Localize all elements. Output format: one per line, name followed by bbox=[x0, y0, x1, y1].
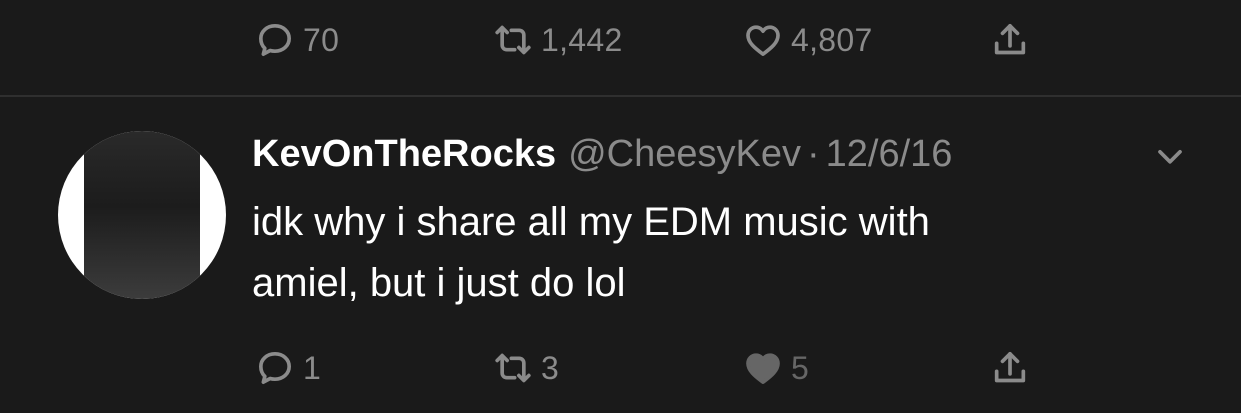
display-name[interactable]: KevOnTheRocks bbox=[252, 133, 556, 176]
share-icon bbox=[994, 352, 1026, 383]
like-button[interactable]: 4,807 bbox=[743, 10, 873, 70]
tweet-date[interactable]: 12/6/16 bbox=[826, 133, 953, 176]
tweet-action-bar: 1 3 5 bbox=[0, 338, 1241, 398]
share-button[interactable] bbox=[990, 338, 1030, 398]
like-count: 4,807 bbox=[791, 21, 873, 58]
share-button[interactable] bbox=[990, 10, 1030, 70]
like-button[interactable]: 5 bbox=[743, 338, 809, 398]
tweet-divider bbox=[0, 95, 1241, 97]
tweet-text-line: idk why i share all my EDM music with bbox=[252, 200, 930, 244]
retweet-icon bbox=[495, 353, 531, 383]
tweet-header: KevOnTheRocks @CheesyKev · 12/6/16 bbox=[252, 128, 952, 180]
avatar-photo bbox=[84, 131, 200, 299]
tweet-menu-button[interactable] bbox=[1150, 136, 1190, 176]
retweet-icon bbox=[495, 25, 531, 55]
tweet-text-line: amiel, but i just do lol bbox=[252, 261, 626, 305]
reply-icon bbox=[259, 352, 291, 384]
reply-count: 1 bbox=[303, 349, 322, 386]
retweet-count: 3 bbox=[541, 349, 560, 386]
separator-dot: · bbox=[807, 132, 820, 175]
previous-tweet-action-bar: 70 1,442 4,807 bbox=[0, 10, 1241, 70]
reply-button[interactable]: 1 bbox=[255, 338, 321, 398]
reply-button[interactable]: 70 bbox=[255, 10, 339, 70]
avatar[interactable] bbox=[58, 131, 226, 299]
chevron-down-icon bbox=[1158, 150, 1182, 164]
like-icon bbox=[746, 25, 780, 57]
user-handle[interactable]: @CheesyKev bbox=[568, 133, 801, 176]
retweet-count: 1,442 bbox=[541, 21, 623, 58]
reply-icon bbox=[259, 24, 291, 57]
retweet-button[interactable]: 3 bbox=[493, 338, 559, 398]
like-count: 5 bbox=[791, 349, 810, 386]
tweet-text: idk why i share all my EDM music with am… bbox=[252, 192, 1152, 314]
share-icon bbox=[994, 24, 1026, 55]
retweet-button[interactable]: 1,442 bbox=[493, 10, 623, 70]
reply-count: 70 bbox=[303, 21, 340, 58]
like-icon bbox=[746, 353, 780, 384]
